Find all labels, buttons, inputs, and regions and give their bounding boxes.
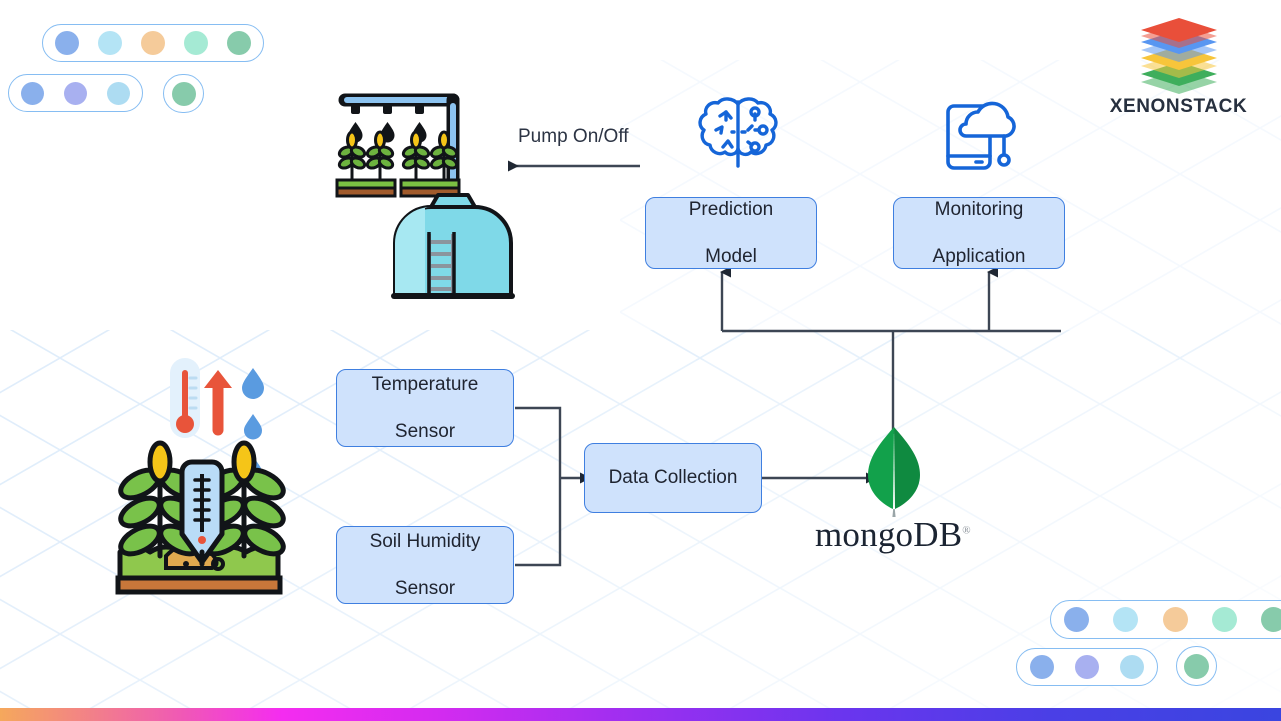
- decor-dot: [1113, 607, 1139, 632]
- node-line-2: Model: [705, 245, 757, 267]
- registered-mark: ®: [962, 524, 971, 537]
- decor-dot: [227, 31, 251, 55]
- decor-pill-top-left-single: [163, 74, 204, 113]
- node-data-collection-label: Data Collection: [608, 467, 738, 489]
- decor-dot: [141, 31, 165, 55]
- decor-dot: [1162, 607, 1188, 632]
- decor-dot: [1184, 653, 1209, 679]
- mobile-cloud-monitoring-icon: [938, 90, 1026, 183]
- brand-logo: XENONSTACK: [1096, 18, 1261, 118]
- database-name-prefix: mongo: [815, 515, 914, 554]
- node-line-1: Temperature: [371, 374, 479, 396]
- node-temperature-sensor-label: Temperature Sensor: [356, 373, 495, 443]
- decor-dot: [1211, 607, 1237, 632]
- decor-dot: [1075, 655, 1099, 679]
- soil-sensor-plants-icon: [112, 356, 310, 613]
- irrigation-water-tank-icon: [325, 82, 525, 312]
- decor-dot: [184, 31, 208, 55]
- diagram-canvas: XENONSTACK Pump On/Off Prediction Model …: [0, 0, 1281, 721]
- decor-dot: [64, 81, 87, 105]
- node-soil-humidity-sensor[interactable]: Soil Humidity Sensor: [336, 526, 514, 604]
- bottom-gradient-bar: [0, 708, 1281, 721]
- node-prediction-model[interactable]: Prediction Model: [645, 197, 817, 269]
- node-line-2: Sensor: [394, 577, 456, 599]
- decor-dot: [1064, 607, 1089, 632]
- mongodb-leaf-icon: [866, 425, 922, 522]
- decor-pill-bottom-right-single: [1176, 646, 1217, 686]
- decor-pill-bottom-right-large: [1050, 600, 1281, 639]
- database-name: mongoDB®: [815, 515, 971, 555]
- decor-pill-top-left-small: [8, 74, 143, 112]
- node-line-1: Monitoring: [934, 199, 1024, 221]
- node-temperature-sensor[interactable]: Temperature Sensor: [336, 369, 514, 447]
- node-line-1: Prediction: [688, 199, 774, 221]
- stacked-layers-logo-icon: [1140, 18, 1217, 94]
- node-prediction-model-label: Prediction Model: [673, 198, 790, 268]
- node-line-2: Application: [932, 245, 1026, 267]
- edge-sensor-bus: [515, 406, 562, 567]
- ai-brain-circuit-icon: [692, 90, 784, 183]
- brand-name: XENONSTACK: [1109, 96, 1248, 117]
- database-name-suffix: DB: [913, 515, 963, 554]
- node-data-collection[interactable]: Data Collection: [584, 443, 762, 513]
- decor-dot: [171, 81, 196, 106]
- node-soil-humidity-sensor-label: Soil Humidity Sensor: [354, 530, 497, 600]
- decor-pill-bottom-right-small: [1016, 648, 1158, 686]
- decor-dot: [98, 31, 122, 55]
- decor-dot: [1030, 655, 1054, 679]
- decor-dot: [55, 31, 79, 55]
- decor-pill-top-left-large: [42, 24, 264, 62]
- decor-dot: [107, 81, 130, 105]
- node-line-2: Sensor: [394, 420, 456, 442]
- node-monitoring-application-label: Monitoring Application: [917, 198, 1042, 268]
- decor-dot: [21, 81, 44, 105]
- edge-label-pump-on-off: Pump On/Off: [518, 126, 629, 147]
- decor-dot: [1120, 655, 1144, 679]
- node-line-1: Soil Humidity: [369, 531, 481, 553]
- node-monitoring-application[interactable]: Monitoring Application: [893, 197, 1065, 269]
- decor-dot: [1261, 607, 1281, 632]
